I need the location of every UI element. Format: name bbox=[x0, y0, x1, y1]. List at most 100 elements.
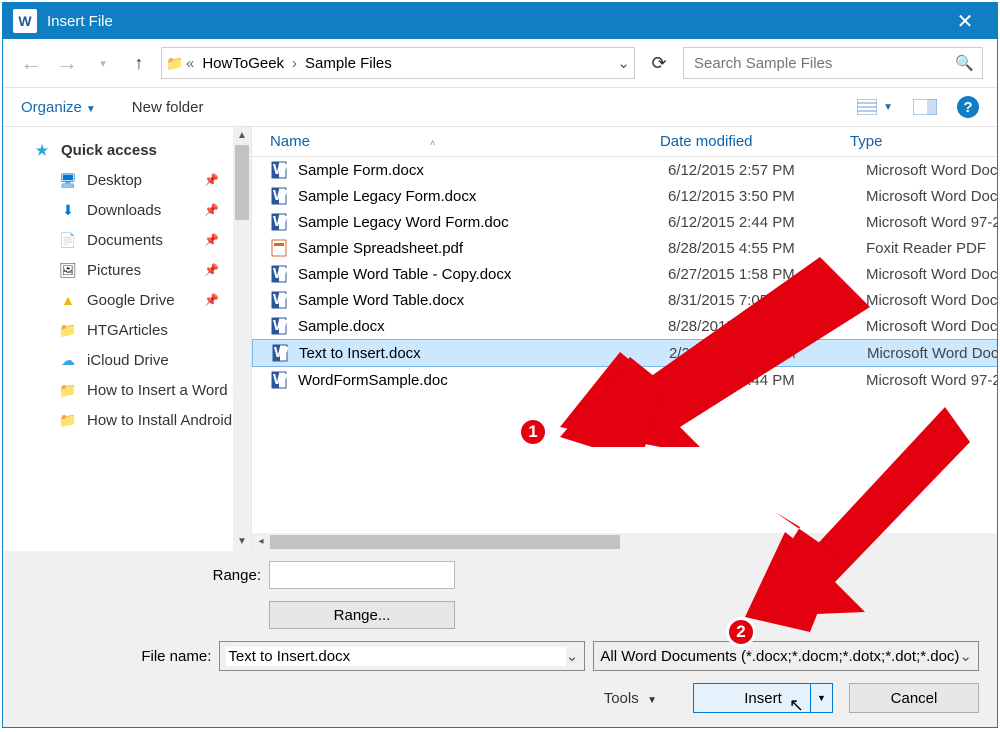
file-type-filter[interactable]: All Word Documents (*.docx;*.docm;*.dotx… bbox=[593, 641, 979, 671]
organize-menu[interactable]: Organize▼ bbox=[21, 99, 96, 116]
insert-button[interactable]: Insert ▼ ↖ bbox=[693, 683, 833, 713]
svg-text:W: W bbox=[273, 291, 288, 308]
sidebar-scrollbar[interactable]: ▲ ▼ bbox=[233, 127, 251, 551]
recent-locations-dropdown[interactable]: ▾ bbox=[89, 57, 117, 70]
word-file-icon: W bbox=[271, 344, 289, 362]
scrollbar-thumb[interactable] bbox=[235, 145, 249, 220]
sidebar-item-label: How to Install Android bbox=[87, 412, 232, 429]
range-button[interactable]: Range... bbox=[269, 601, 455, 629]
search-input[interactable] bbox=[692, 54, 955, 73]
svg-text:W: W bbox=[273, 317, 288, 334]
quick-access-label: Quick access bbox=[61, 142, 157, 159]
insert-split-dropdown[interactable]: ▼ bbox=[810, 684, 832, 712]
search-icon[interactable]: 🔍 bbox=[955, 54, 974, 72]
file-row[interactable]: Sample Spreadsheet.pdf8/28/2015 4:55 PMF… bbox=[252, 235, 997, 261]
file-row[interactable]: WSample Form.docx6/12/2015 2:57 PMMicros… bbox=[252, 157, 997, 183]
sort-indicator-icon: ˄ bbox=[430, 138, 435, 148]
column-type[interactable]: Type bbox=[850, 133, 883, 150]
breadcrumb-sample-files[interactable]: Sample Files bbox=[299, 55, 398, 72]
file-name: Sample Spreadsheet.pdf bbox=[298, 240, 660, 257]
dialog-title: Insert File bbox=[47, 13, 943, 30]
scrollbar-thumb[interactable] bbox=[270, 535, 620, 549]
quick-access-header[interactable]: Quick access bbox=[3, 135, 251, 165]
search-box[interactable]: 🔍 bbox=[683, 47, 983, 79]
sidebar-item-label: Google Drive bbox=[87, 292, 175, 309]
filename-combobox[interactable]: ⌄ bbox=[219, 641, 585, 671]
sidebar-item-pictures[interactable]: Pictures📌 bbox=[3, 255, 251, 285]
file-row[interactable]: WSample Word Table.docx8/31/2015 7:05 PM… bbox=[252, 287, 997, 313]
file-list-pane: Name ˄ Date modified Type W Sample Form.do… bbox=[252, 127, 997, 551]
file-row[interactable]: WSample.docx8/28/2015 1:24 PMMicrosoft W… bbox=[252, 313, 997, 339]
filename-input[interactable] bbox=[226, 647, 565, 666]
word-file-icon: W bbox=[270, 265, 288, 283]
word-file-icon: W bbox=[270, 291, 288, 309]
sidebar-item-downloads[interactable]: Downloads 📌 bbox=[3, 195, 251, 225]
range-input[interactable] bbox=[269, 561, 455, 589]
file-row[interactable]: WSample Legacy Form.docx6/12/2015 3:50 P… bbox=[252, 183, 997, 209]
sidebar-item-how-to-insert-a-word-f[interactable]: How to Insert a Word F bbox=[3, 375, 251, 405]
sidebar-item-label: iCloud Drive bbox=[87, 352, 169, 369]
sidebar-item-google-drive[interactable]: Google Drive📌 bbox=[3, 285, 251, 315]
chevron-right-icon: › bbox=[290, 55, 299, 72]
file-row[interactable]: W Sample Word Table - Copy.docx 6/27/2015 … bbox=[252, 261, 997, 287]
file-name: Sample Legacy Word Form.doc bbox=[298, 214, 660, 231]
desktop-icon bbox=[59, 171, 77, 189]
word-app-icon: W bbox=[13, 9, 37, 33]
pin-icon: 📌 bbox=[204, 233, 219, 247]
title-bar: W Insert File ✕ bbox=[3, 3, 997, 39]
back-button[interactable]: ← bbox=[17, 50, 45, 76]
file-date: 6/12/2015 3:50 PM bbox=[668, 188, 858, 205]
file-row[interactable]: W Sample Legacy Word Form.doc 6/12/2015 2:… bbox=[252, 209, 997, 235]
sidebar-item-htgarticles[interactable]: HTGArticles bbox=[3, 315, 251, 345]
chevron-down-icon: ▼ bbox=[883, 102, 893, 113]
forward-button[interactable]: → bbox=[53, 50, 81, 76]
scroll-up-arrow[interactable]: ▲ bbox=[233, 127, 251, 145]
horizontal-scrollbar[interactable]: ◂ ▸ bbox=[252, 533, 997, 551]
chevron-down-icon: ▼ bbox=[647, 695, 657, 706]
file-name: Sample Form.docx bbox=[298, 162, 660, 179]
breadcrumb-prefix: « bbox=[184, 55, 196, 72]
preview-pane-button[interactable] bbox=[913, 99, 937, 115]
address-history-dropdown[interactable]: ⌄ bbox=[617, 54, 630, 72]
new-folder-button[interactable]: New folder bbox=[132, 99, 204, 116]
folder-icon bbox=[166, 54, 184, 72]
up-button[interactable]: ↑ bbox=[125, 53, 153, 74]
file-row[interactable]: WText to Insert.docx2/24/2016 3:36 PMMic… bbox=[252, 339, 997, 367]
file-date: 8/28/2015 1:24 PM bbox=[668, 318, 858, 335]
help-button[interactable]: ? bbox=[957, 96, 979, 118]
sidebar-item-how-to-install-android[interactable]: How to Install Android bbox=[3, 405, 251, 435]
chevron-down-icon[interactable]: ⌄ bbox=[566, 647, 579, 665]
refresh-button[interactable]: ⟳ bbox=[643, 53, 675, 74]
file-name: Sample Legacy Form.docx bbox=[298, 188, 660, 205]
file-date: 6/27/2015 1:58 PM bbox=[668, 266, 858, 283]
file-date: 6/12/2015 2:44 PM bbox=[668, 214, 858, 231]
file-type: Microsoft Word Document bbox=[866, 318, 997, 335]
insert-file-dialog: W Insert File ✕ ← → ▾ ↑ « HowToGeek › Sa… bbox=[2, 2, 998, 728]
file-type: Microsoft Word Document bbox=[866, 188, 997, 205]
breadcrumb-howtogeek[interactable]: HowToGeek bbox=[196, 55, 290, 72]
address-bar[interactable]: « HowToGeek › Sample Files ⌄ bbox=[161, 47, 635, 79]
word-file-icon: W bbox=[270, 213, 288, 231]
word-file-icon: W bbox=[270, 371, 288, 389]
sidebar-item-desktop[interactable]: Desktop📌 bbox=[3, 165, 251, 195]
scroll-down-arrow[interactable]: ▼ bbox=[233, 533, 251, 551]
column-name[interactable]: Name bbox=[270, 133, 310, 150]
word-file-icon: W bbox=[270, 161, 288, 179]
file-row[interactable]: WWordFormSample.doc6/12/2015 2:44 PMMicr… bbox=[252, 367, 997, 393]
sidebar-item-documents[interactable]: Documents📌 bbox=[3, 225, 251, 255]
file-name: Sample Word Table - Copy.docx bbox=[298, 266, 660, 283]
svg-text:W: W bbox=[273, 161, 288, 178]
column-date[interactable]: Date modified bbox=[660, 133, 753, 150]
view-options[interactable]: ▼ bbox=[857, 99, 893, 115]
folder-icon bbox=[59, 411, 77, 429]
close-button[interactable]: ✕ bbox=[943, 9, 987, 34]
cancel-button[interactable]: Cancel bbox=[849, 683, 979, 713]
sidebar-item-icloud-drive[interactable]: iCloud Drive bbox=[3, 345, 251, 375]
pin-icon: 📌 bbox=[204, 203, 219, 217]
doc-icon bbox=[59, 231, 77, 249]
scroll-left-arrow[interactable]: ◂ bbox=[252, 533, 270, 551]
file-type: Foxit Reader PDF bbox=[866, 240, 997, 257]
sidebar-item-label: Downloads bbox=[87, 202, 161, 219]
tools-menu[interactable]: Tools ▼ bbox=[604, 690, 657, 707]
filename-label: File name: bbox=[21, 648, 211, 665]
